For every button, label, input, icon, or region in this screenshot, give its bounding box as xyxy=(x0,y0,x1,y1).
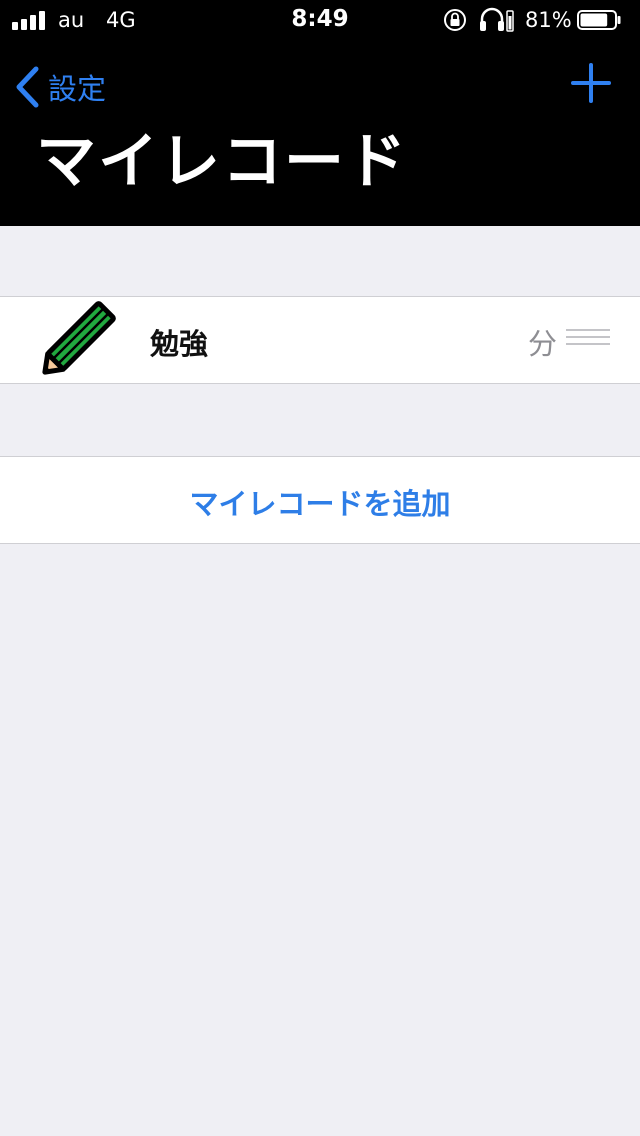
add-record-button[interactable]: マイレコードを追加 xyxy=(0,456,640,544)
plus-icon[interactable] xyxy=(570,62,612,104)
add-record-label: マイレコードを追加 xyxy=(189,487,451,521)
headphones-icon xyxy=(480,7,514,32)
chevron-left-icon xyxy=(16,66,39,108)
status-bar: au 4G 8:49 81% xyxy=(0,0,640,40)
record-unit: 分 xyxy=(528,327,558,361)
navigation-bar: 設定 マイレコード xyxy=(0,40,640,226)
list-item[interactable]: 勉強 分 xyxy=(0,296,640,384)
pencil-icon xyxy=(42,301,116,375)
record-label: 勉強 xyxy=(150,327,209,361)
page-title: マイレコード xyxy=(36,127,408,197)
battery-percent: 81% xyxy=(525,8,572,32)
back-button[interactable]: 設定 xyxy=(14,62,106,112)
rotation-lock-icon xyxy=(444,9,466,31)
reorder-handle-icon[interactable] xyxy=(566,329,610,349)
battery-icon xyxy=(577,10,621,30)
back-button-label: 設定 xyxy=(48,72,107,106)
